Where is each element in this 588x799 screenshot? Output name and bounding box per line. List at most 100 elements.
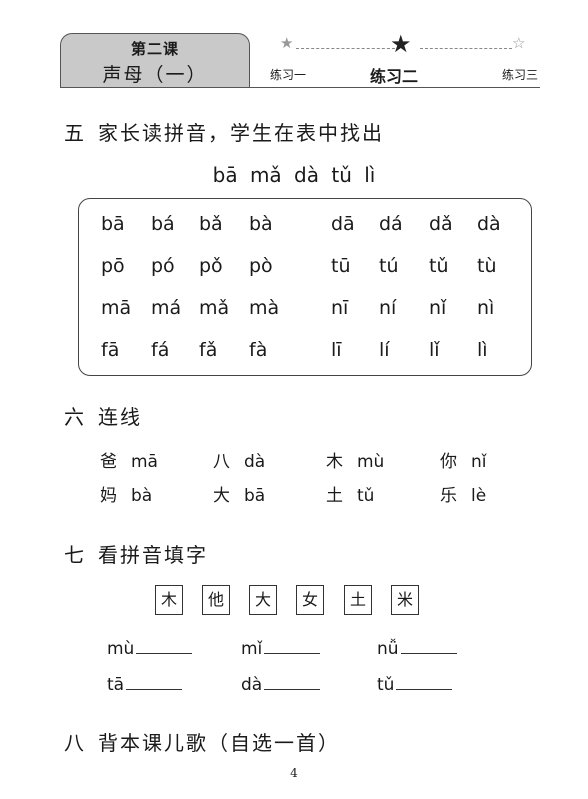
match-item: 妈 bà [100, 481, 152, 506]
target-pinyin: bā mǎ dà tǔ lì [212, 163, 376, 187]
table-cell[interactable]: bǎ [199, 213, 223, 235]
character-box: 他 [202, 585, 230, 615]
fill-pinyin: nǚ [377, 639, 399, 659]
fill-blank: tā [107, 673, 183, 695]
table-cell[interactable]: mā [101, 297, 131, 319]
answer-line[interactable] [396, 673, 453, 690]
page-number: 4 [290, 766, 298, 780]
table-cell[interactable]: dā [331, 213, 355, 235]
table-cell[interactable]: lī [331, 339, 342, 361]
fill-pinyin: mù [107, 639, 135, 659]
answer-line[interactable] [126, 673, 183, 690]
table-cell[interactable]: dá [379, 213, 403, 235]
table-cell[interactable]: fǎ [199, 339, 217, 361]
table-cell[interactable]: lí [379, 339, 390, 361]
table-cell[interactable]: mà [249, 297, 279, 319]
answer-line[interactable] [400, 637, 457, 654]
table-cell[interactable]: fà [249, 339, 267, 361]
section8-title: 八背本课儿歌（自选一首） [64, 727, 340, 756]
section7-text: 看拼音填字 [98, 543, 208, 567]
star-outline-icon: ☆ [512, 34, 526, 52]
fill-pinyin: tǔ [377, 675, 395, 695]
match-item: 木 mù [326, 447, 384, 472]
lesson-tab: 第二课 声母（一） [60, 33, 250, 88]
fill-pinyin: tā [107, 675, 125, 695]
table-cell[interactable]: lì [477, 339, 488, 361]
table-cell[interactable]: nǐ [429, 297, 446, 319]
table-cell[interactable]: lǐ [429, 339, 440, 361]
match-item: 大 bā [213, 481, 265, 506]
table-cell[interactable]: pō [101, 255, 125, 277]
table-cell[interactable]: fá [151, 339, 169, 361]
section6-number: 六 [64, 405, 86, 429]
table-cell[interactable]: tú [379, 255, 399, 277]
section5-number: 五 [64, 121, 86, 145]
match-char: 乐 [440, 486, 457, 506]
answer-line[interactable] [136, 637, 193, 654]
section7-number: 七 [64, 543, 86, 567]
table-cell[interactable]: nì [477, 297, 494, 319]
match-pinyin: mù [357, 452, 385, 472]
match-char: 爸 [100, 452, 117, 472]
table-cell[interactable]: mǎ [199, 297, 229, 319]
match-pinyin: nǐ [471, 452, 487, 472]
character-box: 女 [296, 585, 324, 615]
fill-pinyin: mǐ [241, 639, 263, 659]
match-item: 你 nǐ [440, 447, 487, 472]
match-char: 你 [440, 452, 457, 472]
progress-dash-left [296, 48, 400, 49]
match-pinyin: bà [131, 486, 153, 506]
exercise-label-3: 练习三 [502, 68, 539, 82]
answer-line[interactable] [264, 673, 321, 690]
character-box: 大 [249, 585, 277, 615]
header-divider [60, 87, 540, 88]
table-cell[interactable]: pó [151, 255, 175, 277]
match-pinyin: lè [471, 486, 487, 506]
match-item: 乐 lè [440, 481, 486, 506]
exercise-label-2-current: 练习二 [370, 67, 419, 86]
table-cell[interactable]: nī [331, 297, 348, 319]
fill-blank: dà [241, 673, 321, 695]
match-char: 木 [326, 452, 343, 472]
star-filled-small-icon: ★ [280, 34, 294, 52]
table-cell[interactable]: bá [151, 213, 175, 235]
table-cell[interactable]: tū [331, 255, 351, 277]
exercise-progress: ★ ★ ☆ 练习一 练习二 练习三 [262, 30, 552, 86]
lesson-name: 声母（一） [102, 64, 208, 86]
match-pinyin: mā [131, 452, 158, 472]
match-item: 八 dà [213, 447, 265, 472]
fill-blank: tǔ [377, 673, 453, 695]
table-cell[interactable]: fā [101, 339, 119, 361]
match-char: 大 [213, 486, 230, 506]
character-box: 土 [344, 585, 372, 615]
section5-text: 家长读拼音，学生在表中找出 [98, 121, 384, 145]
character-box: 木 [155, 585, 183, 615]
match-pinyin: tǔ [357, 486, 375, 506]
table-cell[interactable]: má [151, 297, 181, 319]
match-pinyin: dà [244, 452, 266, 472]
section6-title: 六连线 [64, 401, 142, 430]
table-cell[interactable]: pǒ [199, 255, 223, 277]
match-item: 爸 mā [100, 447, 158, 472]
section5-title: 五家长读拼音，学生在表中找出 [64, 117, 384, 146]
match-char: 土 [326, 486, 343, 506]
table-cell[interactable]: ní [379, 297, 396, 319]
table-cell[interactable]: pò [249, 255, 273, 277]
table-cell[interactable]: tǔ [429, 255, 449, 277]
table-cell[interactable]: dà [477, 213, 501, 235]
lesson-number: 第二课 [130, 40, 179, 58]
section7-title: 七看拼音填字 [64, 539, 208, 568]
section6-text: 连线 [98, 405, 142, 429]
character-box: 米 [391, 585, 419, 615]
section8-text: 背本课儿歌（自选一首） [98, 731, 340, 755]
section8-number: 八 [64, 731, 86, 755]
table-cell[interactable]: dǎ [429, 213, 453, 235]
match-item: 土 tǔ [326, 481, 374, 506]
table-cell[interactable]: bà [249, 213, 273, 235]
answer-line[interactable] [264, 637, 321, 654]
fill-pinyin: dà [241, 675, 263, 695]
table-cell[interactable]: tù [477, 255, 497, 277]
star-filled-large-icon: ★ [390, 30, 412, 58]
match-pinyin: bā [244, 486, 266, 506]
table-cell[interactable]: bā [101, 213, 125, 235]
